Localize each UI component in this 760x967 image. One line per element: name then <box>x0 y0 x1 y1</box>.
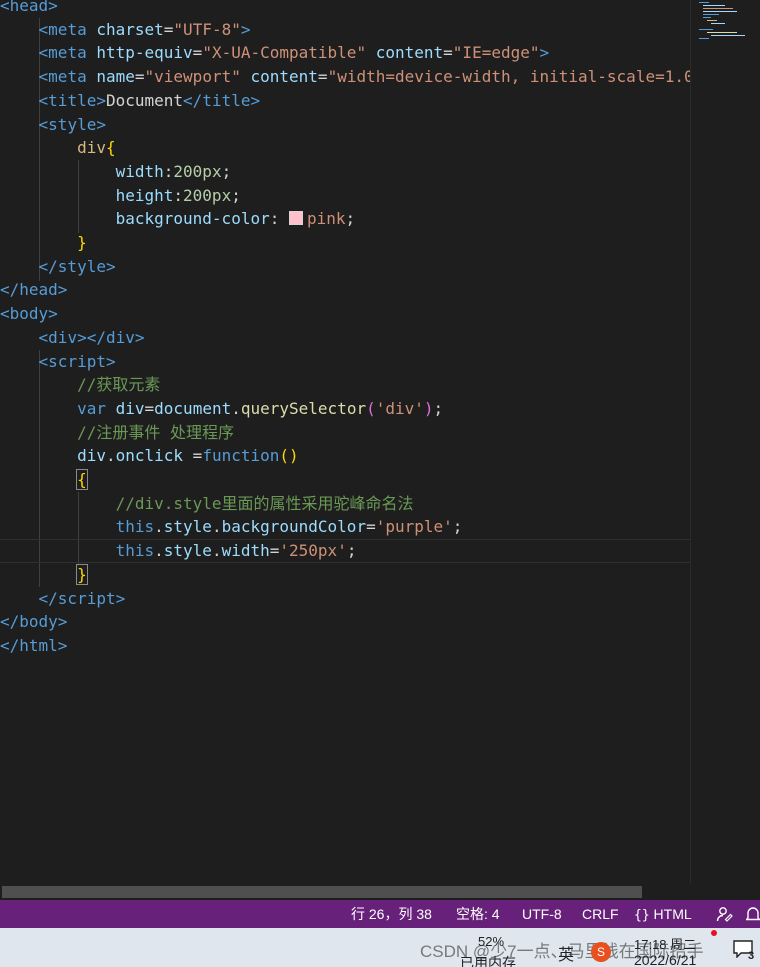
clock-date[interactable]: 2022/6/21 <box>634 952 696 967</box>
code-line: </script> <box>38 588 126 608</box>
code-line: <meta http-equiv="X-UA-Compatible" conte… <box>38 43 550 63</box>
color-swatch-icon[interactable] <box>288 211 303 226</box>
code-line: { <box>76 469 88 490</box>
code-line: div{ <box>77 138 116 158</box>
cursor-position[interactable]: 行 26，列 38 <box>351 900 432 928</box>
code-line: <body> <box>0 304 58 324</box>
code-line: } <box>76 563 88 585</box>
bell-icon[interactable] <box>744 900 760 928</box>
braces-icon: {} <box>634 908 650 923</box>
code-line: </body> <box>0 612 68 632</box>
memory-percent: 52% <box>478 934 505 949</box>
code-line: <meta charset="UTF-8"> <box>38 19 251 39</box>
code-line: <head> <box>0 0 58 15</box>
code-line: width:200px; <box>115 161 232 181</box>
code-line: <script> <box>38 351 116 371</box>
code-line: this.style.backgroundColor='purple'; <box>115 517 463 537</box>
code-line: } <box>77 233 87 252</box>
memory-label: 已用内存 <box>460 955 516 967</box>
sogou-ime-icon[interactable]: S <box>591 942 611 962</box>
language-label: HTML <box>653 906 692 922</box>
code-editor[interactable]: <head> <meta charset="UTF-8"> <meta http… <box>0 0 690 884</box>
encoding-setting[interactable]: UTF-8 <box>522 900 562 928</box>
clock-time[interactable]: 17:18 周二 <box>634 934 696 953</box>
code-line: </html> <box>0 635 68 655</box>
status-bar: 行 26，列 38 空格: 4 UTF-8 CRLF {} HTML <box>0 900 760 928</box>
code-line: //div.style里面的属性采用驼峰命名法 <box>115 493 414 513</box>
code-line: <meta name="viewport" content="width=dev… <box>38 67 690 87</box>
scrollbar-thumb[interactable] <box>2 886 642 898</box>
code-line: <style> <box>38 114 106 134</box>
language-mode[interactable]: {} HTML <box>634 900 692 928</box>
notification-dot <box>711 930 717 936</box>
windows-taskbar: CSDN @少7一点、马里线在国际招手 52% 已用内存 英 S 17:18 周… <box>0 928 760 967</box>
code-line: <title>Document</title> <box>38 90 261 110</box>
code-line: var div=document.querySelector('div'); <box>77 398 444 418</box>
person-feedback-icon[interactable] <box>716 900 734 928</box>
indentation-setting[interactable]: 空格: 4 <box>456 900 500 928</box>
ime-indicator[interactable]: 英 <box>558 941 574 965</box>
code-line: height:200px; <box>115 185 241 205</box>
code-line: </style> <box>38 256 116 276</box>
code-line: <div></div> <box>38 327 145 347</box>
minimap[interactable] <box>691 0 760 884</box>
code-line: //获取元素 <box>77 375 161 395</box>
notification-count: 3 <box>748 950 755 962</box>
code-line-active: this.style.width='250px'; <box>0 539 690 563</box>
code-line: background-color: pink; <box>115 209 356 229</box>
code-line: div.onclick =function() <box>77 446 299 466</box>
horizontal-scrollbar[interactable] <box>0 884 760 900</box>
code-line: </head> <box>0 280 68 300</box>
line-ending-setting[interactable]: CRLF <box>582 900 619 928</box>
code-line: //注册事件 处理程序 <box>77 422 234 442</box>
